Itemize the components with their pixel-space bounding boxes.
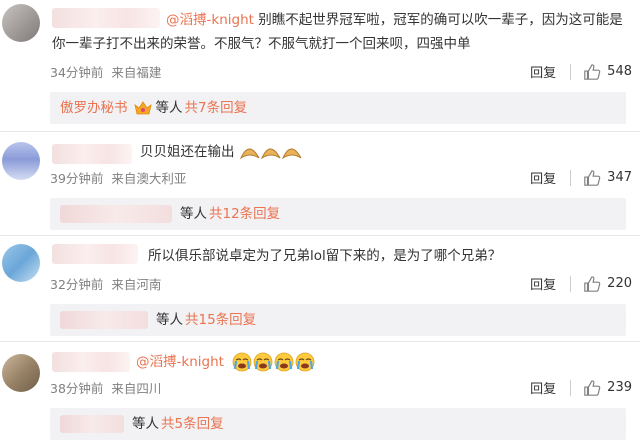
mention-link[interactable]: @滔搏-knight (166, 12, 254, 28)
username-blurred[interactable] (52, 144, 132, 164)
avatar[interactable] (2, 4, 40, 42)
reply-summary[interactable]: 等人 共5条回复 (50, 408, 626, 440)
avatar[interactable] (2, 354, 40, 392)
comment-text: @滔搏-knight (136, 350, 626, 374)
comment-meta: 32分钟前 来自河南 (50, 274, 169, 293)
action-divider (570, 63, 572, 80)
reply-user-blurred[interactable] (60, 311, 148, 329)
like-count: 239 (607, 380, 632, 395)
comment-body: 所以俱乐部说卓定为了兄弟lol留下来的，是为了哪个兄弟？ (148, 248, 502, 264)
username-blurred[interactable] (52, 244, 138, 264)
comment-meta: 34分钟前 来自福建 (50, 62, 169, 81)
reply-tail: 等人 (156, 312, 183, 328)
comment-actions: 回复 347 (530, 168, 632, 187)
comment-divider (0, 341, 640, 342)
comment-text: 贝贝姐还在输出 (140, 140, 626, 164)
comment-meta: 38分钟前 来自四川 (50, 378, 169, 397)
reply-tail: 等人 (180, 206, 207, 222)
comment-divider (0, 235, 640, 236)
reply-count-link[interactable]: 共12条回复 (209, 198, 280, 230)
comment-divider (0, 131, 640, 132)
comment-actions: 回复 220 (530, 274, 632, 293)
comment-actions: 回复 548 (530, 62, 632, 81)
comment-location: 来自河南 (111, 277, 162, 292)
comment-time: 38分钟前 (50, 381, 104, 396)
reply-button[interactable]: 回复 (530, 168, 556, 187)
comment-body: 贝贝姐还在输出 (140, 144, 235, 160)
comment-text: @滔搏-knight 别瞧不起世界冠军啦，冠军的确可以吹一辈子，因为这可能是你一… (52, 8, 626, 56)
reply-tail: 等人 (132, 416, 159, 432)
comment-text: 所以俱乐部说卓定为了兄弟lol留下来的，是为了哪个兄弟？ (148, 244, 626, 268)
comment-time: 32分钟前 (50, 277, 104, 292)
thumbs-up-icon[interactable] (583, 169, 601, 187)
action-divider (570, 169, 572, 186)
like-count: 548 (607, 64, 632, 79)
comment-meta: 39分钟前 来自澳大利亚 (50, 168, 194, 187)
reply-tail: 等人 (155, 100, 183, 116)
mention-link[interactable]: @滔搏-knight (136, 354, 224, 370)
action-divider (570, 379, 572, 396)
comment-time: 39分钟前 (50, 171, 104, 186)
reply-count-link[interactable]: 共5条回复 (161, 408, 224, 440)
reply-user-blurred[interactable] (60, 415, 124, 433)
avatar[interactable] (2, 142, 40, 180)
reply-summary[interactable]: 等人 共15条回复 (50, 304, 626, 336)
thumbs-up-icon[interactable] (583, 275, 601, 293)
reply-button[interactable]: 回复 (530, 378, 556, 397)
reply-summary[interactable]: 傲罗办秘书 等人 共7条回复 (50, 92, 626, 124)
action-divider (570, 275, 572, 292)
reply-user-link[interactable]: 傲罗办秘书 (60, 92, 128, 124)
thumbs-up-icon[interactable] (583, 63, 601, 81)
reply-user-blurred[interactable] (60, 205, 172, 223)
avatar[interactable] (2, 244, 40, 282)
like-count: 220 (607, 276, 632, 291)
comment-body: 别瞧不起世界冠军啦，冠军的确可以吹一辈子，因为这可能是你一辈子打不出来的荣誉。不… (52, 12, 623, 52)
comment-location: 来自福建 (111, 65, 162, 80)
comment-location: 来自澳大利亚 (111, 171, 187, 186)
fortune-cookie-emoji (239, 148, 302, 160)
reply-button[interactable]: 回复 (530, 62, 556, 81)
thumbs-up-icon[interactable] (583, 379, 601, 397)
reply-count-link[interactable]: 共15条回复 (185, 304, 256, 336)
comment-location: 来自四川 (111, 381, 162, 396)
reply-button[interactable]: 回复 (530, 274, 556, 293)
comment-actions: 回复 239 (530, 378, 632, 397)
comment-time: 34分钟前 (50, 65, 104, 80)
like-count: 347 (607, 170, 632, 185)
reply-count-link[interactable]: 共7条回复 (185, 92, 248, 124)
reply-summary[interactable]: 等人 共12条回复 (50, 198, 626, 230)
username-blurred[interactable] (52, 352, 130, 372)
crown-badge-icon (133, 101, 152, 115)
crying-face-emoji (232, 352, 315, 372)
